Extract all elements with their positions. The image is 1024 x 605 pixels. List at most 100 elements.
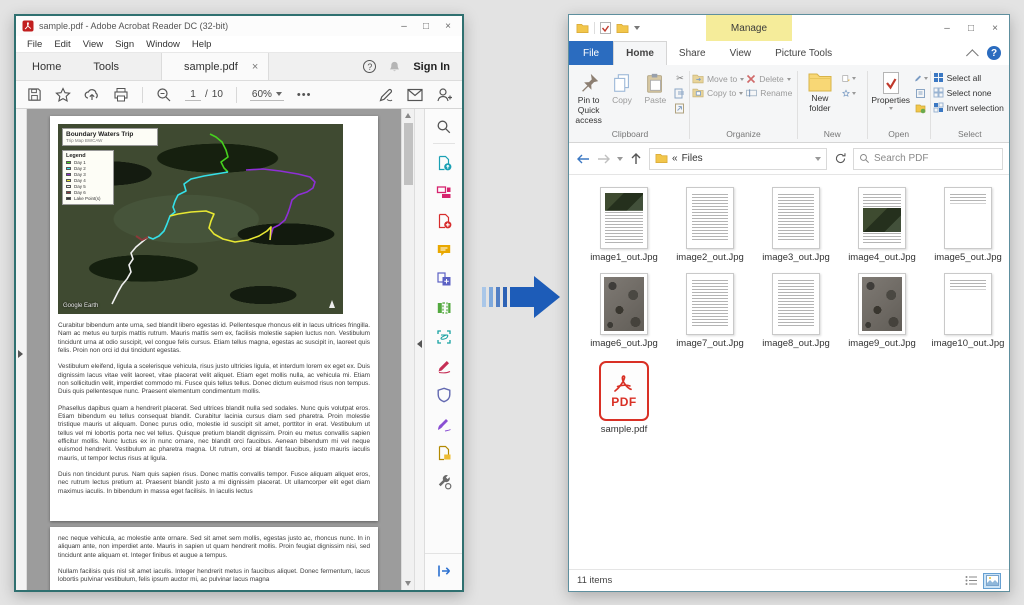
scroll-down-icon[interactable] (405, 581, 411, 586)
tab-document[interactable]: sample.pdf × (161, 53, 270, 80)
thumbnail-view-icon[interactable] (983, 572, 1001, 589)
file-item[interactable]: image5_out.Jpg (925, 185, 1011, 271)
search-box[interactable] (853, 147, 1003, 170)
file-item[interactable]: image1_out.Jpg (581, 185, 667, 271)
menu-view[interactable]: View (78, 38, 108, 51)
new-item-icon[interactable] (842, 72, 856, 84)
tab-file[interactable]: File (569, 41, 614, 65)
help-icon[interactable]: ? (363, 60, 377, 73)
tab-share[interactable]: Share (667, 41, 718, 65)
organize-pages-icon[interactable] (433, 298, 455, 318)
file-item-pdf[interactable]: PDF sample.pdf (581, 357, 667, 443)
menu-edit[interactable]: Edit (49, 38, 75, 51)
search-tool-icon[interactable] (432, 117, 455, 144)
menu-help[interactable]: Help (187, 38, 217, 51)
qat-properties-icon[interactable] (600, 22, 611, 34)
refresh-icon[interactable] (832, 151, 848, 167)
page-number-input[interactable]: 1 (185, 89, 201, 101)
minimize-button[interactable]: – (394, 18, 414, 34)
bell-icon[interactable] (388, 60, 401, 74)
tab-view[interactable]: View (718, 41, 764, 65)
star-icon[interactable] (55, 86, 71, 103)
maximize-button[interactable]: □ (961, 20, 981, 36)
tab-tools[interactable]: Tools (77, 53, 135, 80)
acrobat-titlebar[interactable]: sample.pdf - Adobe Acrobat Reader DC (32… (16, 16, 462, 36)
export-pdf-icon[interactable] (433, 153, 455, 173)
delete-button[interactable]: Delete (746, 74, 792, 84)
cut-icon[interactable]: ✂ (673, 72, 687, 84)
qat-customize-icon[interactable] (634, 26, 640, 30)
easy-access-icon[interactable] (841, 87, 856, 99)
file-item[interactable]: image4_out.Jpg (839, 185, 925, 271)
breadcrumb-folder[interactable]: Files (682, 153, 703, 164)
combine-files-icon[interactable] (433, 269, 455, 289)
paste-shortcut-icon[interactable] (673, 102, 687, 114)
collapse-ribbon-icon[interactable] (966, 48, 979, 62)
scroll-up-icon[interactable] (405, 113, 411, 118)
explorer-titlebar[interactable]: Manage – □ × (569, 15, 1009, 41)
minimize-button[interactable]: – (937, 20, 957, 36)
scan-ocr-icon[interactable] (433, 327, 455, 347)
comment-icon[interactable] (433, 240, 455, 260)
tab-picture-tools[interactable]: Picture Tools (763, 41, 844, 65)
file-item[interactable]: image10_out.Jpg (925, 271, 1011, 357)
sign-in-button[interactable]: Sign In (413, 61, 450, 73)
nav-pane-strip[interactable] (16, 109, 27, 590)
edit-pdf-icon[interactable] (433, 182, 455, 202)
pdf-document-area[interactable]: Boundary Waters Trip Trip Map BWCAW Lege… (27, 109, 401, 590)
scrollbar-thumb[interactable] (404, 123, 413, 185)
address-dropdown-icon[interactable] (815, 156, 821, 161)
rename-button[interactable]: Rename (746, 88, 792, 98)
zoom-level-dropdown[interactable]: 60% (249, 89, 284, 101)
tab-home[interactable]: Home (613, 41, 667, 65)
open-tools-pane-icon[interactable] (433, 561, 455, 581)
forward-icon[interactable] (596, 151, 612, 167)
file-item[interactable]: image2_out.Jpg (667, 185, 753, 271)
pin-to-quick-access-button[interactable]: Pin to Quick access (573, 70, 604, 125)
file-item[interactable]: image8_out.Jpg (753, 271, 839, 357)
tab-home[interactable]: Home (16, 53, 77, 80)
file-item[interactable]: image7_out.Jpg (667, 271, 753, 357)
properties-button[interactable]: Properties (870, 70, 912, 110)
save-icon[interactable] (26, 87, 42, 103)
menu-sign[interactable]: Sign (110, 38, 139, 51)
explorer-help-icon[interactable]: ? (987, 46, 1001, 60)
fill-sign-icon[interactable] (433, 356, 455, 376)
select-none-button[interactable]: Select none (933, 87, 1004, 98)
collapse-tools-pane-icon[interactable] (417, 339, 422, 348)
details-view-icon[interactable] (962, 573, 980, 589)
open-with-icon[interactable] (914, 102, 928, 114)
recent-locations-icon[interactable] (617, 156, 623, 161)
copy-path-icon[interactable] (673, 87, 687, 99)
file-item[interactable]: image3_out.Jpg (753, 185, 839, 271)
search-input[interactable] (874, 153, 997, 164)
account-icon[interactable] (436, 87, 452, 103)
sign-pen-icon[interactable] (378, 87, 394, 103)
tools-pane-strip[interactable] (414, 109, 424, 590)
create-pdf-icon[interactable] (433, 211, 455, 231)
close-button[interactable]: × (438, 18, 458, 34)
file-item[interactable]: image9_out.Jpg (839, 271, 925, 357)
file-item[interactable]: image6_out.Jpg (581, 271, 667, 357)
protect-shield-icon[interactable] (433, 385, 455, 405)
move-to-button[interactable]: Move to (692, 74, 745, 84)
email-icon[interactable] (407, 87, 423, 103)
zoom-tool-icon[interactable] (156, 87, 172, 103)
new-folder-button[interactable]: New folder (800, 70, 840, 114)
vertical-scrollbar[interactable] (401, 109, 414, 590)
more-tools-ellipsis[interactable]: ••• (297, 89, 312, 101)
copy-to-button[interactable]: Copy to (692, 88, 744, 98)
up-icon[interactable] (628, 151, 644, 167)
certificates-pen-icon[interactable] (433, 414, 455, 434)
file-list[interactable]: image1_out.Jpg image2_out.Jpg image3_out… (569, 175, 1009, 569)
back-icon[interactable] (575, 151, 591, 167)
select-all-button[interactable]: Select all (933, 72, 1004, 83)
invert-selection-button[interactable]: Invert selection (933, 102, 1004, 113)
more-tools-wrench-icon[interactable] (433, 472, 455, 492)
print-icon[interactable] (113, 87, 129, 103)
edit-icon[interactable] (914, 72, 928, 84)
history-icon[interactable] (914, 87, 928, 99)
document-tab-close-icon[interactable]: × (252, 61, 258, 73)
breadcrumb[interactable]: « Files (649, 147, 827, 170)
menu-file[interactable]: File (22, 38, 47, 51)
